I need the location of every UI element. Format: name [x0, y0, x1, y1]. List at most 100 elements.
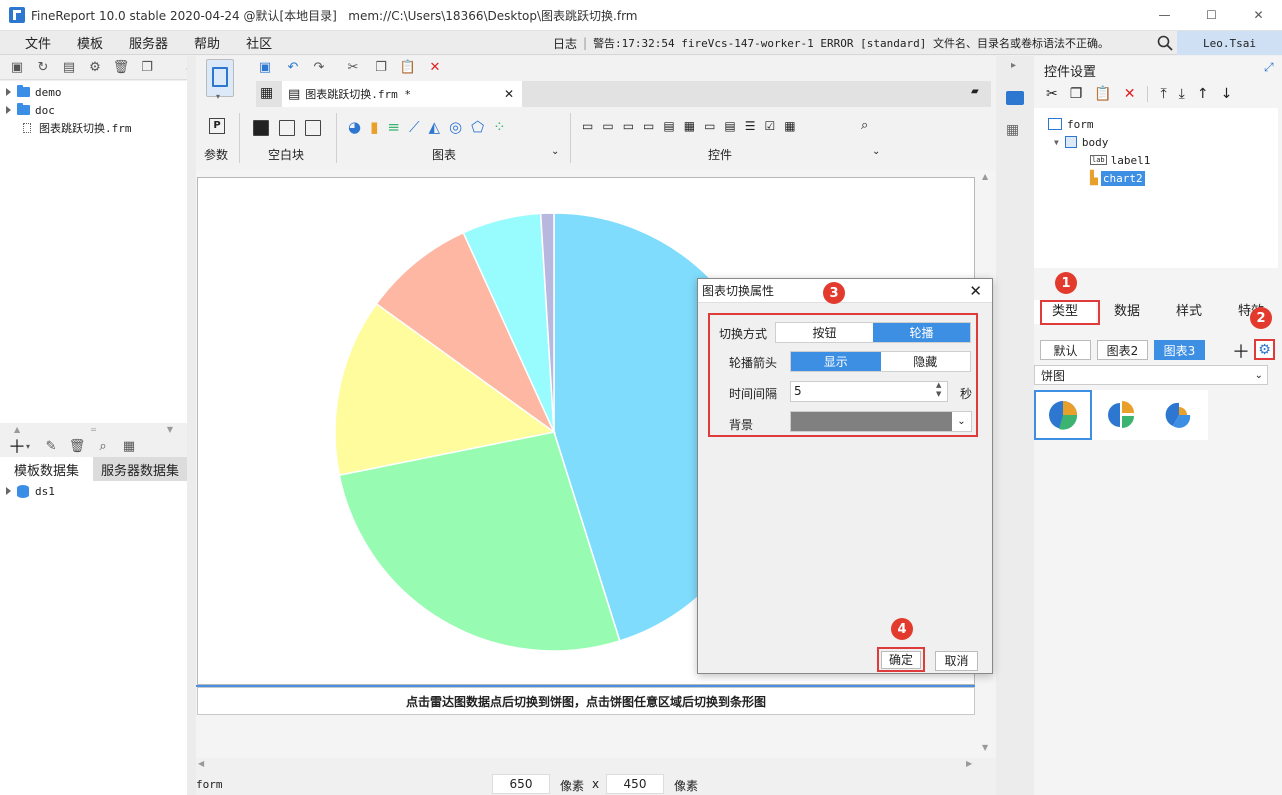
tab-data[interactable]: 数据 [1096, 300, 1158, 324]
gauge-chart-icon[interactable]: ◎ [449, 118, 462, 136]
edit-icon[interactable]: ✎ [42, 437, 60, 455]
checkbox-widget-icon[interactable]: ☑ [765, 119, 776, 133]
query-widget-icon[interactable]: ⌕ [861, 118, 868, 133]
menu-server[interactable]: 服务器 [116, 33, 181, 52]
tab-template-dataset[interactable]: 模板数据集 [0, 457, 93, 481]
layout-icon[interactable]: ▦ [1006, 122, 1019, 138]
search-icon[interactable] [1157, 35, 1173, 51]
close-tab-icon[interactable]: ✕ [504, 87, 514, 101]
line-chart-icon[interactable]: ⟋ [409, 118, 420, 136]
preview-icon[interactable]: ⌕ [94, 437, 112, 455]
hbar-chart-icon[interactable]: ≡ [387, 118, 400, 136]
text-widget-icon[interactable]: ▭ [623, 119, 634, 133]
move-top-icon[interactable]: ⤒ [1160, 86, 1166, 102]
move-up-icon[interactable]: ↑ [1197, 86, 1209, 102]
cut-icon[interactable]: ✂ [344, 58, 362, 76]
tree-widget-icon[interactable]: ▦ [784, 119, 795, 133]
dialog-close-icon[interactable]: ✕ [969, 282, 982, 300]
width-field[interactable]: 650 [492, 774, 550, 794]
new-folder-icon[interactable]: ▣ [8, 59, 26, 77]
label-widget-icon[interactable]: ▭ [602, 119, 613, 133]
widget-settings-icon[interactable] [1006, 91, 1024, 105]
close-window-button[interactable]: ✕ [1235, 0, 1282, 31]
paste-icon[interactable]: 📋 [399, 58, 417, 76]
radar-chart-icon[interactable]: ⬠ [471, 118, 484, 136]
area-chart-icon[interactable]: ◭ [428, 118, 440, 136]
tree-form[interactable]: form [1048, 115, 1094, 133]
undo-icon[interactable]: ↶ [284, 58, 302, 76]
tree-label1[interactable]: lab label1 [1090, 151, 1150, 169]
settings-icon[interactable]: ⚙ [86, 59, 104, 77]
menu-community[interactable]: 社区 [233, 33, 285, 52]
interval-input[interactable]: 5 [790, 381, 948, 402]
delete-icon[interactable]: ✕ [426, 58, 444, 76]
interval-stepper[interactable]: ▲ ▼ [936, 381, 948, 402]
save-icon[interactable]: ▣ [256, 58, 274, 76]
move-down-icon[interactable]: ↓ [1221, 86, 1233, 102]
dataset-info-icon[interactable]: ▦ [120, 437, 138, 455]
refresh-icon[interactable]: ↻ [34, 59, 52, 77]
tree-item-demo[interactable]: demo [0, 83, 187, 101]
move-bottom-icon[interactable]: ⤓ [1179, 86, 1185, 102]
number-widget-icon[interactable]: ▭ [704, 119, 715, 133]
editor-tab[interactable]: ▤ 图表跳跃切换.frm * ✕ [282, 81, 522, 107]
pie-type-option-3[interactable] [1150, 390, 1208, 440]
arrow-show[interactable]: 显示 [791, 352, 881, 371]
switch-mode-button[interactable]: 按钮 [776, 323, 873, 342]
date-widget-icon[interactable]: ▦ [684, 119, 695, 133]
expand-icon[interactable] [6, 88, 11, 96]
bar-chart-icon[interactable]: ▮ [370, 118, 378, 136]
widget-expand-icon[interactable]: ⌄ [872, 146, 880, 157]
tree-item-doc[interactable]: doc [0, 101, 187, 119]
tab-block-icon[interactable] [305, 120, 321, 136]
button-widget-icon[interactable]: ▭ [582, 119, 593, 133]
add-dataset-icon[interactable]: ＋ [8, 433, 26, 459]
maximize-button[interactable]: ☐ [1188, 0, 1235, 31]
switch-mode-carousel[interactable]: 轮播 [873, 323, 970, 342]
tree-item-frm[interactable]: 图表跳跃切换.frm [0, 119, 187, 137]
add-chart-icon[interactable]: ＋ [1232, 338, 1250, 364]
blank-block-icon[interactable] [253, 120, 269, 136]
copy-icon[interactable]: ❐ [372, 58, 390, 76]
chart-tab-3[interactable]: 图表3 [1154, 340, 1205, 360]
open-template-icon[interactable]: ▤ [60, 59, 78, 77]
tab-server-dataset[interactable]: 服务器数据集 [93, 457, 187, 481]
chart-type-select[interactable]: 饼图 ⌄ [1034, 365, 1268, 385]
cancel-button[interactable]: 取消 [935, 651, 978, 671]
chart-expand-icon[interactable]: ⌄ [551, 146, 559, 157]
horizontal-scrollbar[interactable]: ◀ ▶ [196, 758, 979, 773]
menu-template[interactable]: 模板 [64, 33, 116, 52]
collapse-down-icon[interactable]: ▼ [167, 425, 173, 434]
combo-widget-icon[interactable]: ▭ [643, 119, 654, 133]
grid-icon[interactable]: ▦ [260, 85, 273, 101]
tab-style[interactable]: 样式 [1158, 300, 1220, 324]
radio-widget-icon[interactable]: ☰ [745, 119, 756, 133]
pie-chart-icon[interactable]: ◕ [348, 118, 361, 136]
redo-icon[interactable]: ↷ [310, 58, 328, 76]
copy-icon[interactable]: ❐ [138, 59, 156, 77]
panel-splitter[interactable]: ▲ = ▼ [0, 424, 187, 434]
delete-dataset-icon[interactable]: 🗑 [68, 437, 86, 455]
paste-widget-icon[interactable]: 📋 [1094, 86, 1111, 102]
expand-icon[interactable] [6, 106, 11, 114]
arrow-hide[interactable]: 隐藏 [880, 352, 970, 371]
user-badge[interactable]: Leo.Tsai [1177, 31, 1282, 55]
delete-widget-icon[interactable]: ✕ [1124, 86, 1136, 102]
layout-block-icon[interactable] [279, 120, 295, 136]
minimize-button[interactable]: — [1141, 0, 1188, 31]
chart-settings-button[interactable]: ⚙ [1254, 339, 1275, 360]
delete-icon[interactable]: 🗑 [112, 59, 130, 77]
expand-icon[interactable] [6, 487, 11, 495]
dataset-item[interactable]: ds1 [0, 482, 187, 500]
height-field[interactable]: 450 [606, 774, 664, 794]
tree-chart2[interactable]: ▙ chart2 [1090, 169, 1145, 187]
param-icon[interactable]: P [209, 118, 225, 134]
log-button[interactable]: 日志 [553, 35, 577, 52]
pie-type-option[interactable] [1034, 390, 1092, 440]
ok-button[interactable]: 确定 [881, 651, 921, 669]
bg-color-select[interactable]: ⌄ [790, 411, 972, 432]
text-label-widget[interactable]: 点击雷达图数据点后切换到饼图，点击饼图任意区域后切换到条形图 [197, 687, 975, 715]
cut-widget-icon[interactable]: ✂ [1046, 86, 1058, 102]
pin-icon[interactable]: ⤢ [1264, 60, 1274, 75]
tree-body[interactable]: ▼ body [1054, 133, 1108, 151]
